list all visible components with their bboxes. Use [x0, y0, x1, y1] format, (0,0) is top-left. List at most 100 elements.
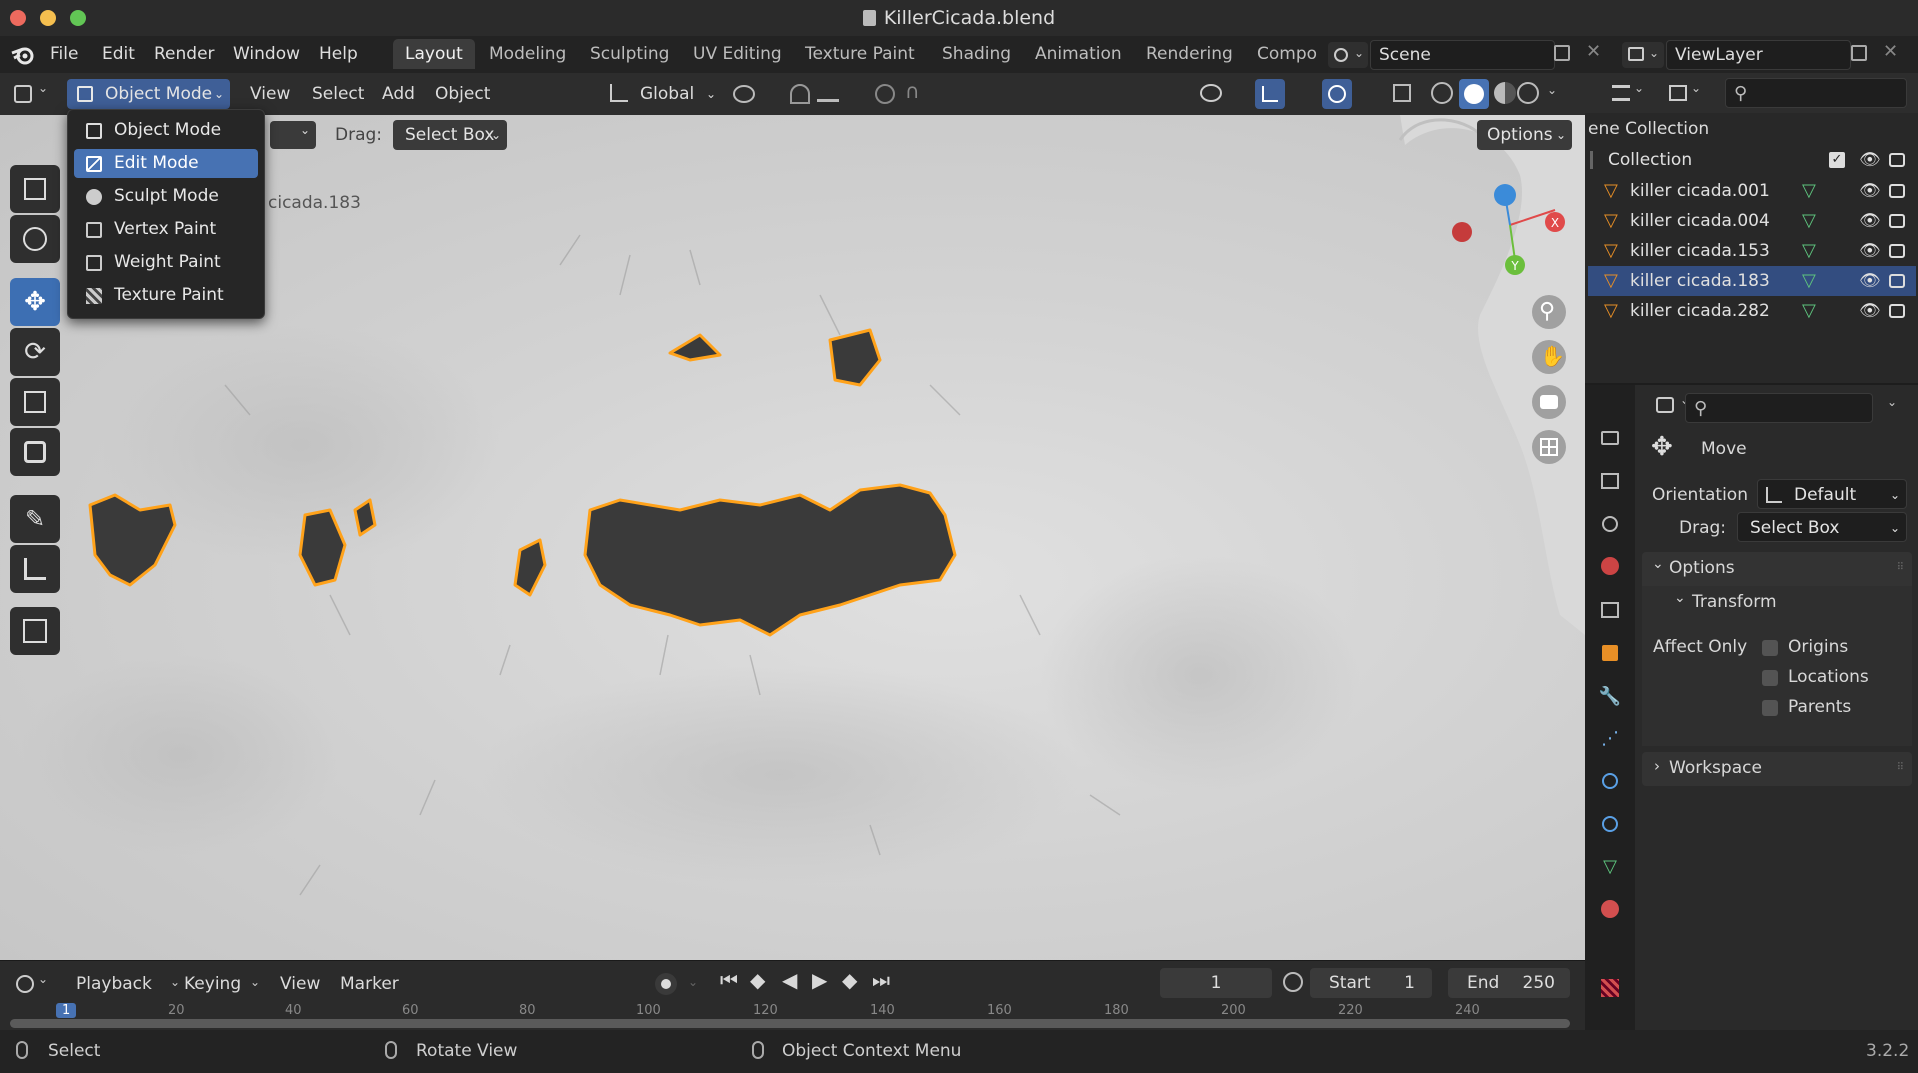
locations-checkbox[interactable] — [1762, 670, 1778, 686]
add-cube-tool[interactable] — [10, 607, 60, 655]
tab-collection[interactable] — [1597, 597, 1623, 623]
tab-object-data[interactable]: ▽ — [1597, 853, 1623, 879]
menu-timeline-view[interactable]: View — [280, 969, 320, 999]
menu-item-object-mode[interactable]: Object Mode — [74, 116, 258, 145]
tab-shading[interactable]: Shading — [930, 39, 1023, 69]
transform-orientation-dropdown[interactable]: Global ⌄ — [606, 79, 720, 109]
scale-tool[interactable] — [10, 378, 60, 426]
transform-subpanel-label[interactable]: Transform — [1692, 592, 1777, 612]
menu-help[interactable]: Help — [319, 44, 358, 64]
transform-tool[interactable] — [10, 428, 60, 476]
mesh-data-icon[interactable]: ▽ — [1802, 296, 1816, 326]
workspace-panel-header[interactable]: › Workspace ⠿ — [1642, 752, 1912, 786]
drag-handle-icon[interactable]: ⠿ — [1897, 562, 1904, 573]
options-panel-header[interactable]: ⌄ Options ⠿ — [1642, 552, 1912, 586]
delete-scene-icon[interactable]: ✕ — [1586, 41, 1601, 62]
menu-select[interactable]: Select — [312, 79, 364, 109]
mesh-data-icon[interactable]: ▽ — [1802, 266, 1816, 296]
selected-mesh-fragment[interactable] — [513, 538, 547, 597]
keying-set-chevron-icon[interactable]: ⌄ — [688, 975, 698, 989]
camera-icon[interactable] — [1889, 184, 1905, 198]
pivot-point-icon[interactable] — [733, 85, 755, 103]
current-frame-field[interactable]: 1 — [1160, 968, 1272, 998]
annotate-tool[interactable]: ✎ — [10, 495, 60, 543]
camera-icon[interactable] — [1889, 304, 1905, 318]
outliner-object-row[interactable]: ▽ killer cicada.153 ▽ 👁 — [1588, 236, 1916, 266]
eye-icon[interactable]: 👁 — [1859, 145, 1881, 175]
pan-view-button[interactable]: ✋ — [1532, 340, 1566, 374]
tab-rendering[interactable]: Rendering — [1134, 39, 1245, 69]
menu-marker[interactable]: Marker — [340, 969, 399, 999]
timeline-editor-type-button[interactable]: ⌄ — [14, 970, 54, 998]
end-frame-field[interactable]: End 250 — [1448, 968, 1570, 998]
menu-add[interactable]: Add — [382, 79, 415, 109]
properties-drag-dropdown[interactable]: Select Box ⌄ — [1737, 512, 1907, 542]
collection-row[interactable]: Collection ✓ 👁 — [1588, 145, 1916, 175]
menu-item-sculpt-mode[interactable]: Sculpt Mode — [74, 182, 258, 211]
outliner-editor-type-button[interactable]: ⌄ — [1610, 79, 1650, 107]
tab-particles[interactable]: ⋰ — [1597, 725, 1623, 751]
tab-scene[interactable] — [1597, 511, 1623, 537]
visibility-filter-icon[interactable] — [1200, 84, 1222, 102]
menu-item-edit-mode[interactable]: Edit Mode — [74, 149, 258, 178]
tab-physics[interactable] — [1597, 768, 1623, 794]
orientation-dropdown[interactable]: Default ⌄ — [1757, 479, 1907, 509]
menu-render[interactable]: Render — [154, 44, 215, 64]
checkbox-icon[interactable]: ✓ — [1829, 152, 1845, 168]
selected-mesh-fragment[interactable] — [828, 328, 882, 387]
menu-keying[interactable]: Keying — [184, 969, 241, 999]
scene-name-field[interactable]: Scene — [1370, 40, 1555, 70]
outliner-object-row[interactable]: ▽ killer cicada.001 ▽ 👁 — [1588, 176, 1916, 206]
play-icon[interactable]: ▶ — [812, 968, 827, 992]
camera-view-button[interactable] — [1532, 385, 1566, 419]
display-mode-button[interactable]: ⌄ — [1665, 79, 1711, 107]
menu-item-weight-paint[interactable]: Weight Paint — [74, 248, 258, 277]
select-box-tool[interactable] — [10, 165, 60, 213]
tab-modifiers[interactable]: 🔧 — [1597, 683, 1623, 709]
tab-render-output[interactable] — [1597, 425, 1623, 451]
drag-select-box-dropdown[interactable]: Select Box ⌄ — [393, 120, 507, 150]
tab-view-layer[interactable] — [1597, 468, 1623, 494]
preview-range-icon[interactable] — [1283, 972, 1303, 992]
mesh-data-icon[interactable]: ▽ — [1802, 236, 1816, 266]
menu-edit[interactable]: Edit — [102, 44, 135, 64]
eye-icon[interactable]: 👁 — [1859, 266, 1881, 296]
start-frame-field[interactable]: Start 1 — [1310, 968, 1432, 998]
eye-icon[interactable]: 👁 — [1859, 206, 1881, 236]
tab-animation[interactable]: Animation — [1023, 39, 1134, 69]
eye-icon[interactable]: 👁 — [1859, 296, 1881, 326]
falloff-curve-icon[interactable]: ∩ — [905, 79, 920, 103]
tab-sculpting[interactable]: Sculpting — [578, 39, 681, 69]
properties-options-chevron-icon[interactable]: ⌄ — [1887, 395, 1897, 409]
mesh-data-icon[interactable]: ▽ — [1802, 206, 1816, 236]
snap-increment-icon[interactable] — [817, 86, 839, 102]
gizmo-toggle-button[interactable] — [1255, 79, 1285, 109]
outliner-search-input[interactable]: ⚲ — [1725, 78, 1907, 108]
properties-search-input[interactable]: ⚲ — [1685, 393, 1873, 423]
menu-object[interactable]: Object — [435, 79, 490, 109]
origins-checkbox[interactable] — [1762, 640, 1778, 656]
blender-logo-icon[interactable] — [10, 44, 36, 66]
jump-to-end-icon[interactable]: ⏭ — [872, 968, 890, 992]
parents-checkbox[interactable] — [1762, 700, 1778, 716]
jump-to-keyframe-back-icon[interactable]: ◆ — [750, 968, 765, 992]
tab-constraints[interactable] — [1597, 811, 1623, 837]
move-tool[interactable]: ✥ — [10, 278, 60, 326]
selected-mesh-main[interactable] — [583, 483, 957, 637]
frame-ruler[interactable]: 1 20 40 60 80 100 120 140 160 180 200 220 240 — [10, 1003, 1570, 1029]
eye-icon[interactable]: 👁 — [1859, 176, 1881, 206]
camera-icon[interactable] — [1889, 274, 1905, 288]
new-view-layer-icon[interactable] — [1851, 45, 1867, 61]
tab-object[interactable] — [1597, 640, 1623, 666]
timeline-scrollbar[interactable] — [10, 1019, 1570, 1028]
menu-item-vertex-paint[interactable]: Vertex Paint — [74, 215, 258, 244]
rendered-shading-icon[interactable] — [1517, 82, 1539, 104]
menu-file[interactable]: File — [50, 44, 78, 64]
proportional-editing-icon[interactable] — [875, 84, 895, 104]
cursor-tool[interactable] — [10, 215, 60, 263]
view-layer-name-field[interactable]: ViewLayer — [1666, 40, 1851, 70]
tab-compositing[interactable]: Compo — [1245, 39, 1337, 69]
outliner-object-row[interactable]: ▽ killer cicada.282 ▽ 👁 — [1588, 296, 1916, 326]
solid-shading-button[interactable] — [1459, 79, 1489, 109]
scene-selector-button[interactable]: ⌄ — [1328, 42, 1368, 68]
